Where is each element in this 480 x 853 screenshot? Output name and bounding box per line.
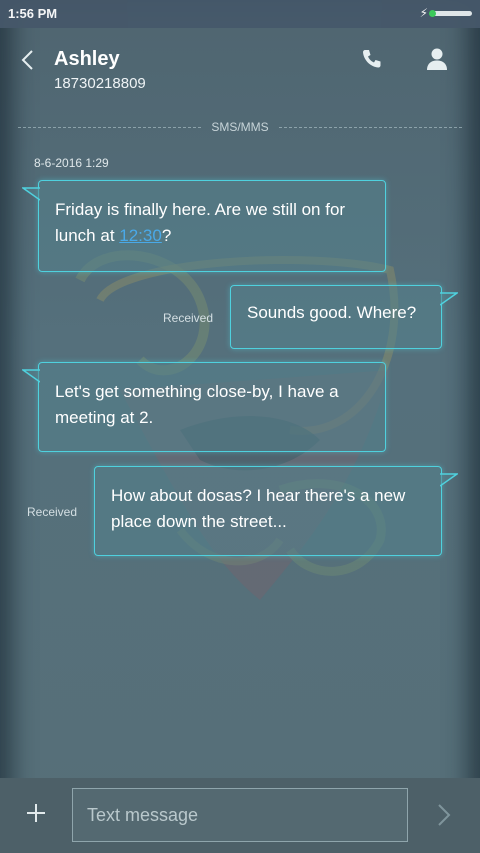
bubble-tail bbox=[440, 473, 458, 487]
delivery-status: Received bbox=[27, 505, 78, 519]
conversation-header: Ashley 18730218809 bbox=[0, 28, 480, 108]
message-composer bbox=[0, 778, 480, 853]
message-text: How about dosas? I hear there's a new pl… bbox=[111, 486, 406, 531]
lightning-icon: ⚡ bbox=[419, 6, 428, 20]
message-input[interactable] bbox=[72, 788, 408, 842]
time-link[interactable]: 12:30 bbox=[119, 226, 162, 245]
delivery-status: Received bbox=[163, 311, 214, 325]
send-chevron-icon[interactable] bbox=[434, 802, 454, 828]
channel-label: SMS/MMS bbox=[211, 120, 269, 134]
battery-icon bbox=[429, 9, 472, 17]
bubble-tail bbox=[440, 292, 458, 306]
bubble-tail bbox=[22, 369, 40, 383]
message-text: Let's get something close-by, I have a m… bbox=[55, 382, 339, 427]
channel-divider: SMS/MMS bbox=[18, 118, 462, 136]
contact-number: 18730218809 bbox=[54, 75, 146, 92]
message-text-part: ? bbox=[161, 226, 172, 245]
divider-line bbox=[18, 126, 202, 128]
phone-icon[interactable] bbox=[360, 47, 384, 71]
message-text: Friday is finally here. Are we still on … bbox=[55, 197, 369, 249]
message-bubble-outgoing[interactable]: How about dosas? I hear there's a new pl… bbox=[94, 466, 458, 556]
contact-name: Ashley bbox=[54, 48, 120, 70]
message-bubble-outgoing[interactable]: Sounds good. Where? bbox=[230, 285, 458, 349]
message-timestamp: 8-6-2016 1:29 bbox=[34, 156, 109, 170]
message-bubble-incoming[interactable]: Friday is finally here. Are we still on … bbox=[22, 180, 386, 272]
message-text: Sounds good. Where? bbox=[247, 303, 417, 322]
status-indicators: ⚡ bbox=[420, 7, 472, 19]
message-bubble-incoming[interactable]: Let's get something close-by, I have a m… bbox=[22, 362, 386, 452]
bubble-tail bbox=[22, 187, 40, 201]
plus-icon[interactable] bbox=[24, 801, 48, 825]
person-icon[interactable] bbox=[424, 46, 450, 72]
message-text-part: Friday is finally here. Are we still on … bbox=[55, 200, 346, 245]
status-bar: 1:56 PM ⚡ bbox=[0, 0, 480, 28]
back-chevron-icon[interactable] bbox=[18, 48, 38, 72]
divider-line bbox=[278, 126, 462, 128]
status-time: 1:56 PM bbox=[8, 6, 58, 21]
